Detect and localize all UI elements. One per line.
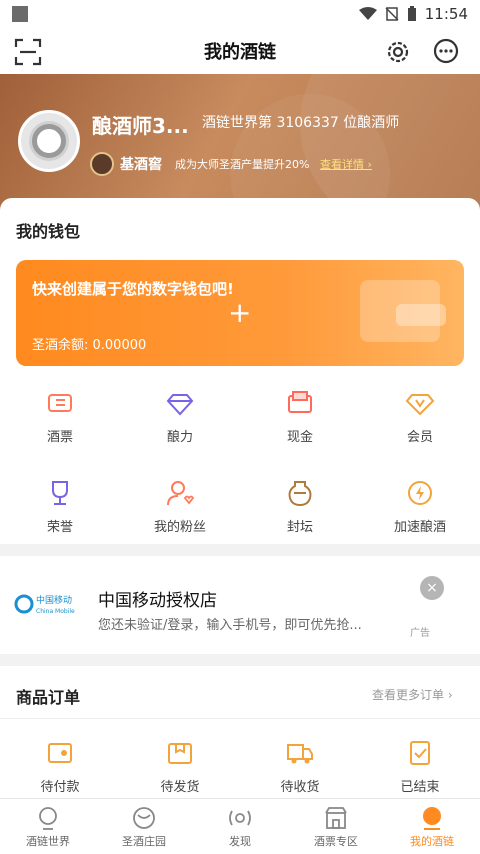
grid-item-speed-brew[interactable]: 加速酿酒 xyxy=(360,478,480,535)
user-level: 基酒窖 xyxy=(120,157,162,173)
plus-icon: + xyxy=(228,296,252,329)
top-bar: 我的酒链 xyxy=(0,28,480,74)
close-ad-button[interactable]: × xyxy=(420,576,444,600)
wallet-balance: 圣酒余额: 0.00000 xyxy=(32,338,147,353)
ad-banner[interactable]: 中国移动 China Mobile 中国移动授权店 您还未验证/登录，输入手机号… xyxy=(0,556,480,654)
order-pending-shipment[interactable]: 待发货 xyxy=(120,738,240,795)
app-screen: 11:54 我的酒链 酿酒师3... 酒链世界第 3106337 位酿酒师 基酒… xyxy=(0,0,480,854)
page-title: 我的酒链 xyxy=(204,42,276,63)
scan-icon[interactable] xyxy=(14,38,42,66)
jar-icon xyxy=(288,481,312,507)
wifi-icon xyxy=(358,7,377,20)
fans-icon xyxy=(167,481,195,506)
feature-grid-row-1: 酒票 酿力 现金 会员 xyxy=(0,388,480,445)
grid-item-honor[interactable]: 荣誉 xyxy=(0,478,120,535)
vip-icon xyxy=(405,394,435,416)
notification-icon xyxy=(12,6,28,22)
grid-item-fans[interactable]: 我的粉丝 xyxy=(120,478,240,535)
divider xyxy=(0,718,480,719)
lightning-icon xyxy=(408,481,432,505)
clock: 11:54 xyxy=(424,5,468,23)
order-finished[interactable]: 已结束 xyxy=(360,738,480,795)
diamond-icon xyxy=(166,394,194,416)
wallet-section-title: 我的钱包 xyxy=(16,222,81,241)
ad-title: 中国移动授权店 xyxy=(98,591,217,611)
svg-text:China Mobile: China Mobile xyxy=(36,608,75,615)
package-icon xyxy=(168,743,192,764)
status-bar: 11:54 xyxy=(0,0,480,28)
truck-icon xyxy=(287,744,313,764)
china-mobile-logo: 中国移动 China Mobile xyxy=(14,594,75,615)
feature-grid-row-2: 荣誉 我的粉丝 封坛 加速酿酒 xyxy=(0,478,480,535)
shop-icon xyxy=(325,807,347,829)
profile-banner: 酿酒师3... 酒链世界第 3106337 位酿酒师 基酒窖 成为大师圣酒产量提… xyxy=(0,74,480,214)
battery-icon xyxy=(407,6,416,21)
user-name: 酿酒师3... xyxy=(92,114,189,138)
discover-icon xyxy=(229,810,251,826)
me-icon xyxy=(423,807,441,830)
level-badge-icon xyxy=(90,152,114,176)
order-status-row: 待付款 待发货 待收货 已结束 xyxy=(0,738,480,795)
grid-item-jar[interactable]: 封坛 xyxy=(240,478,360,535)
nav-item-world[interactable]: 酒链世界 xyxy=(0,799,96,854)
nav-item-discover[interactable]: 发现 xyxy=(192,799,288,854)
view-more-orders-link[interactable]: 查看更多订单 › xyxy=(372,686,453,703)
level-tip: 成为大师圣酒产量提升20% xyxy=(175,158,310,171)
no-sim-icon xyxy=(385,7,399,21)
create-wallet-banner[interactable]: 快来创建属于您的数字钱包吧! + 圣酒余额: 0.00000 xyxy=(16,260,464,366)
bottom-nav: 酒链世界 圣酒庄园 发现 酒票专区 我的酒链 xyxy=(0,798,480,854)
user-rank: 酒链世界第 3106337 位酿酒师 xyxy=(202,115,400,131)
grid-item-vip[interactable]: 会员 xyxy=(360,388,480,445)
cash-icon xyxy=(288,391,312,413)
svg-text:中国移动: 中国移动 xyxy=(36,594,72,606)
manor-icon xyxy=(133,807,155,829)
grid-item-ticket[interactable]: 酒票 xyxy=(0,388,120,445)
done-icon xyxy=(410,741,430,765)
wallet-card: 我的钱包 快来创建属于您的数字钱包吧! + 圣酒余额: 0.00000 酒票 酿… xyxy=(0,198,480,544)
avatar[interactable] xyxy=(18,110,80,172)
world-icon xyxy=(39,807,57,830)
orders-title: 商品订单 xyxy=(16,688,81,707)
nav-item-my-chain[interactable]: 我的酒链 xyxy=(384,799,480,854)
create-wallet-text: 快来创建属于您的数字钱包吧! xyxy=(32,280,234,298)
nav-item-ticket-zone[interactable]: 酒票专区 xyxy=(288,799,384,854)
nav-item-manor[interactable]: 圣酒庄园 xyxy=(96,799,192,854)
ticket-icon xyxy=(48,394,72,412)
orders-section: 商品订单 查看更多订单 › 待付款 待发货 待收货 已结束 xyxy=(0,666,480,798)
grid-item-brew-power[interactable]: 酿力 xyxy=(120,388,240,445)
wallet-icon xyxy=(48,743,72,763)
view-details-link[interactable]: 查看详情 › xyxy=(320,156,372,172)
order-pending-payment[interactable]: 待付款 xyxy=(0,738,120,795)
trophy-icon xyxy=(52,481,68,505)
ad-description: 您还未验证/登录，输入手机号，即可优先抢... xyxy=(98,618,362,633)
gear-icon[interactable] xyxy=(384,38,412,66)
order-pending-receipt[interactable]: 待收货 xyxy=(240,738,360,795)
camera-icon xyxy=(32,124,66,158)
ad-tag: 广告 xyxy=(410,628,430,639)
message-icon[interactable] xyxy=(432,38,460,66)
grid-item-cash[interactable]: 现金 xyxy=(240,388,360,445)
